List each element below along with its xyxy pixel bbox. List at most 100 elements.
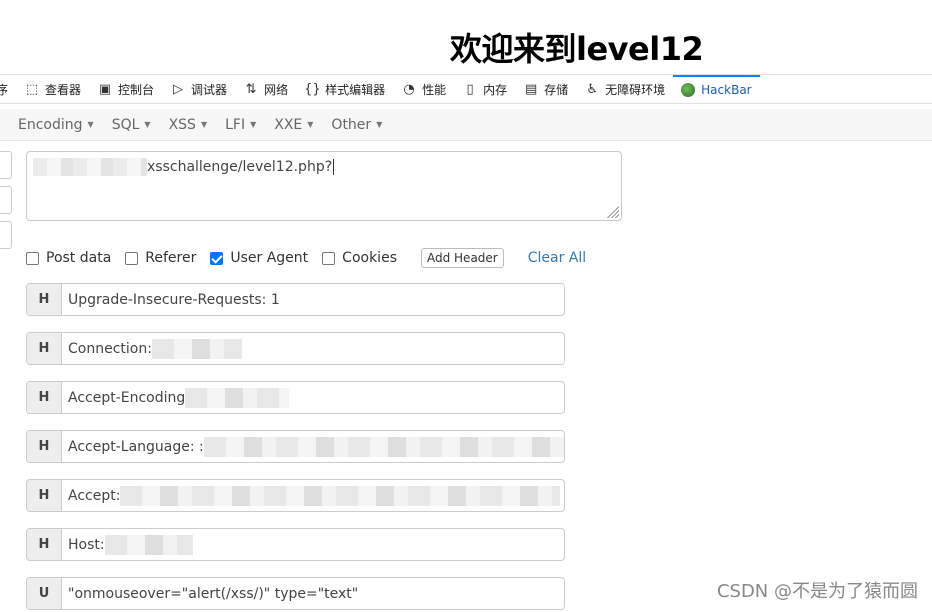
header-text: Accept-Language: : bbox=[68, 438, 204, 455]
header-row[interactable]: H Upgrade-Insecure-Requests: 1 bbox=[26, 283, 565, 316]
caret-down-icon: ▼ bbox=[307, 120, 314, 129]
menu-encoding[interactable]: Encoding ▼ bbox=[18, 117, 94, 133]
menu-lfi[interactable]: LFI ▼ bbox=[225, 117, 256, 133]
execute-button[interactable] bbox=[0, 221, 12, 249]
hackbar-menu: Encoding ▼ SQL ▼ XSS ▼ LFI ▼ XXE ▼ Other ▼ bbox=[0, 109, 932, 141]
tab-performance[interactable]: ◔ 性能 bbox=[393, 75, 454, 103]
menu-other[interactable]: Other ▼ bbox=[331, 117, 382, 133]
header-text: "onmouseover="alert(/xss/)" type="text" bbox=[68, 585, 359, 602]
header-type-toggle[interactable]: H bbox=[27, 431, 62, 462]
caret-down-icon: ▼ bbox=[376, 120, 383, 129]
caret-down-icon: ▼ bbox=[200, 120, 208, 129]
header-value[interactable]: Connection: bbox=[62, 333, 564, 364]
post-data-checkbox[interactable] bbox=[26, 251, 39, 265]
header-value[interactable]: Accept-Encoding bbox=[62, 382, 564, 413]
load-url-button[interactable] bbox=[0, 151, 12, 179]
header-text: Connection: bbox=[68, 340, 152, 357]
header-row[interactable]: U "onmouseover="alert(/xss/)" type="text… bbox=[26, 577, 565, 610]
menu-label: XXE bbox=[274, 116, 303, 133]
redacted-value bbox=[104, 534, 193, 555]
tab-label: 无障碍环境 bbox=[605, 82, 666, 97]
header-value[interactable]: Accept: bbox=[62, 480, 564, 511]
page-title: 欢迎来到level12 bbox=[450, 30, 704, 68]
hackbar-logo-icon bbox=[681, 83, 696, 97]
devtools-tab-bar: 序 ⬚ 查看器 ▣ 控制台 ▷ 调试器 ⇅ 网络 {} 样式编辑器 ◔ 性能 ▯ 内存 ▤ 存储… bbox=[0, 74, 932, 104]
cookies-checkbox[interactable] bbox=[322, 251, 336, 265]
redacted-value bbox=[151, 338, 242, 359]
menu-label: SQL bbox=[111, 116, 140, 133]
tab-label: 控制台 bbox=[118, 82, 155, 97]
menu-label: Other bbox=[331, 116, 372, 133]
accessibility-icon: ♿ bbox=[586, 81, 598, 97]
tab-network[interactable]: ⇅ 网络 bbox=[235, 75, 296, 103]
tab-label: 网络 bbox=[264, 82, 289, 97]
header-value[interactable]: "onmouseover="alert(/xss/)" type="text" bbox=[62, 578, 564, 609]
header-type-toggle[interactable]: H bbox=[27, 529, 62, 560]
menu-xxe[interactable]: XXE ▼ bbox=[274, 117, 313, 133]
menu-sql[interactable]: SQL ▼ bbox=[112, 117, 151, 133]
tab-label: 样式编辑器 bbox=[325, 82, 386, 97]
header-value[interactable]: Accept-Language: : bbox=[62, 431, 564, 462]
network-icon: ⇅ bbox=[245, 81, 257, 97]
tab-memory[interactable]: ▯ 内存 bbox=[454, 75, 515, 103]
header-row[interactable]: H Connection: bbox=[26, 332, 565, 365]
debugger-icon: ▷ bbox=[173, 81, 184, 97]
header-row[interactable]: H Accept: bbox=[26, 479, 565, 512]
caret-down-icon: ▼ bbox=[87, 120, 94, 129]
header-value[interactable]: Host: bbox=[62, 529, 564, 560]
tab-inspector[interactable]: ⬚ 查看器 bbox=[16, 75, 89, 103]
header-text: Accept-Encoding bbox=[68, 389, 186, 406]
option-user-agent[interactable]: User Agent bbox=[210, 250, 308, 266]
option-label: Post data bbox=[46, 250, 112, 266]
tab-label: 内存 bbox=[483, 82, 508, 97]
clear-all-link[interactable]: Clear All bbox=[528, 250, 586, 266]
option-referer[interactable]: Referer bbox=[125, 250, 196, 266]
watermark: CSDN @不是为了猿而圆 bbox=[716, 581, 918, 602]
header-text: Upgrade-Insecure-Requests: 1 bbox=[68, 291, 280, 308]
option-post-data[interactable]: Post data bbox=[26, 250, 111, 266]
tab-label: HackBar bbox=[701, 83, 752, 97]
header-type-toggle[interactable]: H bbox=[27, 284, 62, 315]
header-value[interactable]: Upgrade-Insecure-Requests: 1 bbox=[62, 284, 564, 315]
user-agent-checkbox[interactable] bbox=[210, 251, 224, 265]
option-label: Cookies bbox=[342, 250, 397, 266]
resize-handle[interactable] bbox=[607, 206, 619, 218]
memory-icon: ▯ bbox=[466, 81, 474, 97]
redacted-host bbox=[33, 158, 147, 176]
tab-hackbar[interactable]: HackBar bbox=[673, 75, 760, 103]
tab-debugger[interactable]: ▷ 调试器 bbox=[162, 75, 235, 103]
menu-label: Encoding bbox=[18, 116, 83, 133]
storage-icon: ▤ bbox=[524, 81, 538, 97]
header-row[interactable]: H Accept-Language: : bbox=[26, 430, 565, 463]
tab-accessibility[interactable]: ♿ 无障碍环境 bbox=[576, 75, 673, 103]
menu-xss[interactable]: XSS ▼ bbox=[169, 117, 208, 133]
gauge-icon: ◔ bbox=[403, 81, 415, 97]
caret-down-icon: ▼ bbox=[250, 120, 257, 129]
header-row[interactable]: H Host: bbox=[26, 528, 565, 561]
header-type-toggle[interactable]: H bbox=[27, 382, 62, 413]
inspector-icon: ⬚ bbox=[25, 81, 39, 97]
split-url-button[interactable] bbox=[0, 186, 12, 214]
url-input[interactable]: xsschallenge/level12.php? bbox=[26, 151, 622, 221]
option-cookies[interactable]: Cookies bbox=[322, 250, 397, 266]
header-type-toggle[interactable]: U bbox=[27, 578, 62, 609]
devtools-tab-partial[interactable]: 序 bbox=[0, 75, 16, 103]
tab-style-editor[interactable]: {} 样式编辑器 bbox=[296, 75, 393, 103]
header-text: Host: bbox=[68, 536, 105, 553]
tab-storage[interactable]: ▤ 存储 bbox=[515, 75, 576, 103]
referer-checkbox[interactable] bbox=[125, 251, 139, 265]
header-row[interactable]: H Accept-Encoding bbox=[26, 381, 565, 414]
tab-console[interactable]: ▣ 控制台 bbox=[89, 75, 162, 103]
option-label: User Agent bbox=[230, 250, 309, 266]
tab-label: 性能 bbox=[422, 82, 447, 97]
header-type-toggle[interactable]: H bbox=[27, 480, 62, 511]
option-label: Referer bbox=[145, 250, 197, 266]
menu-label: LFI bbox=[225, 116, 246, 133]
add-header-button[interactable]: Add Header bbox=[420, 248, 504, 268]
text-cursor bbox=[333, 159, 335, 175]
braces-icon: {} bbox=[304, 81, 321, 97]
tab-label: 调试器 bbox=[191, 82, 228, 97]
tab-label: 查看器 bbox=[45, 82, 82, 97]
tab-label: 存储 bbox=[544, 82, 569, 97]
header-type-toggle[interactable]: H bbox=[27, 333, 62, 364]
